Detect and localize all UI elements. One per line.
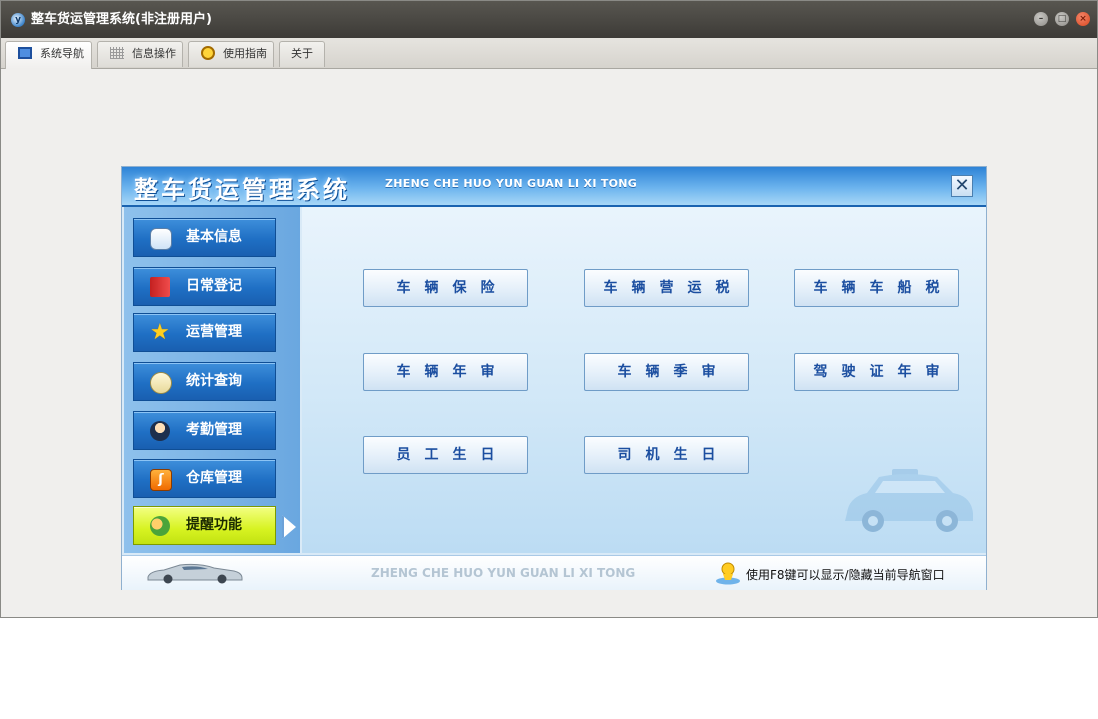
sidebar-item-basic-info[interactable]: 基本信息 bbox=[133, 218, 276, 257]
sidebar-item-operations[interactable]: ★ 运营管理 bbox=[133, 313, 276, 352]
tab-about[interactable]: 关于 bbox=[279, 41, 325, 67]
sidebar-item-label: 统计查询 bbox=[186, 373, 242, 389]
sidebar-item-attendance[interactable]: 考勤管理 bbox=[133, 411, 276, 450]
panel-header: 整车货运管理系统 ZHENG CHE HUO YUN GUAN LI XI TO… bbox=[122, 167, 986, 207]
grid-icon bbox=[110, 47, 124, 59]
window-title: 整车货运管理系统(非注册用户) bbox=[31, 12, 212, 27]
sidebar-item-label: 考勤管理 bbox=[186, 422, 242, 438]
sidebar-item-reminders[interactable]: 提醒功能 bbox=[133, 506, 276, 545]
sidebar-item-daily-registration[interactable]: 日常登记 bbox=[133, 267, 276, 306]
navigation-panel: 整车货运管理系统 ZHENG CHE HUO YUN GUAN LI XI TO… bbox=[122, 167, 986, 590]
tab-user-guide[interactable]: 使用指南 bbox=[188, 41, 274, 67]
sidebar-item-warehouse[interactable]: ʃ 仓库管理 bbox=[133, 459, 276, 498]
chat-bubble-icon bbox=[150, 372, 172, 394]
tab-bar: 系统导航 信息操作 使用指南 关于 bbox=[1, 38, 1097, 69]
people-icon bbox=[150, 516, 170, 536]
panel-title: 整车货运管理系统 bbox=[134, 176, 350, 204]
tab-label: 系统导航 bbox=[40, 47, 84, 60]
footer-subtitle: ZHENG CHE HUO YUN GUAN LI XI TONG bbox=[371, 566, 636, 580]
tab-label: 信息操作 bbox=[132, 47, 176, 60]
vehicle-quarterly-review-button[interactable]: 车辆季审 bbox=[584, 353, 749, 391]
maximize-icon[interactable]: □ bbox=[1055, 12, 1069, 26]
license-annual-review-button[interactable]: 驾驶证年审 bbox=[794, 353, 959, 391]
expand-arrow-icon[interactable] bbox=[282, 515, 296, 539]
function-area: 车辆保险 车辆营运税 车辆车船税 车辆年审 车辆季审 驾驶证年审 员工生日 司机… bbox=[302, 207, 986, 553]
tab-label: 关于 bbox=[291, 47, 313, 60]
minimize-icon[interactable]: – bbox=[1034, 12, 1048, 26]
panel-footer: ZHENG CHE HUO YUN GUAN LI XI TONG 使用F8键可… bbox=[122, 555, 986, 590]
star-icon: ★ bbox=[150, 320, 170, 345]
sidebar-item-label: 日常登记 bbox=[186, 278, 242, 294]
tab-label: 使用指南 bbox=[223, 47, 267, 60]
info-person-icon bbox=[716, 562, 740, 585]
vehicle-insurance-button[interactable]: 车辆保险 bbox=[363, 269, 528, 307]
tab-system-navigation[interactable]: 系统导航 bbox=[5, 41, 92, 69]
sports-car-icon bbox=[147, 563, 243, 584]
sidebar-item-label: 基本信息 bbox=[186, 229, 242, 245]
sidebar: 基本信息 日常登记 ★ 运营管理 统计查询 考勤管理 ʃ 仓库管理 提醒功能 bbox=[124, 207, 300, 553]
title-bar[interactable]: y 整车货运管理系统(非注册用户) – □ × bbox=[1, 1, 1097, 38]
book-icon bbox=[150, 277, 170, 297]
rss-icon: ʃ bbox=[150, 469, 172, 491]
vehicle-annual-review-button[interactable]: 车辆年审 bbox=[363, 353, 528, 391]
employee-birthday-button[interactable]: 员工生日 bbox=[363, 436, 528, 474]
footer-hint: 使用F8键可以显示/隐藏当前导航窗口 bbox=[746, 568, 945, 582]
taxi-illustration bbox=[845, 469, 973, 532]
sidebar-item-statistics[interactable]: 统计查询 bbox=[133, 362, 276, 401]
tab-info-operation[interactable]: 信息操作 bbox=[97, 41, 183, 67]
close-icon[interactable]: × bbox=[1076, 12, 1090, 26]
panel-subtitle: ZHENG CHE HUO YUN GUAN LI XI TONG bbox=[385, 177, 638, 190]
vehicle-ship-tax-button[interactable]: 车辆车船税 bbox=[794, 269, 959, 307]
vehicle-operation-tax-button[interactable]: 车辆营运税 bbox=[584, 269, 749, 307]
panel-close-button[interactable]: ✕ bbox=[951, 175, 973, 197]
yf-app-icon: y bbox=[11, 13, 25, 27]
id-card-icon bbox=[150, 228, 172, 250]
monitor-icon bbox=[18, 47, 32, 59]
sidebar-item-label: 提醒功能 bbox=[186, 517, 242, 533]
sun-icon bbox=[201, 46, 215, 60]
sidebar-item-label: 仓库管理 bbox=[186, 470, 242, 486]
app-window: y 整车货运管理系统(非注册用户) – □ × 系统导航 信息操作 使用指南 关… bbox=[0, 0, 1098, 618]
driver-birthday-button[interactable]: 司机生日 bbox=[584, 436, 749, 474]
sidebar-item-label: 运营管理 bbox=[186, 324, 242, 340]
user-icon bbox=[150, 421, 170, 441]
